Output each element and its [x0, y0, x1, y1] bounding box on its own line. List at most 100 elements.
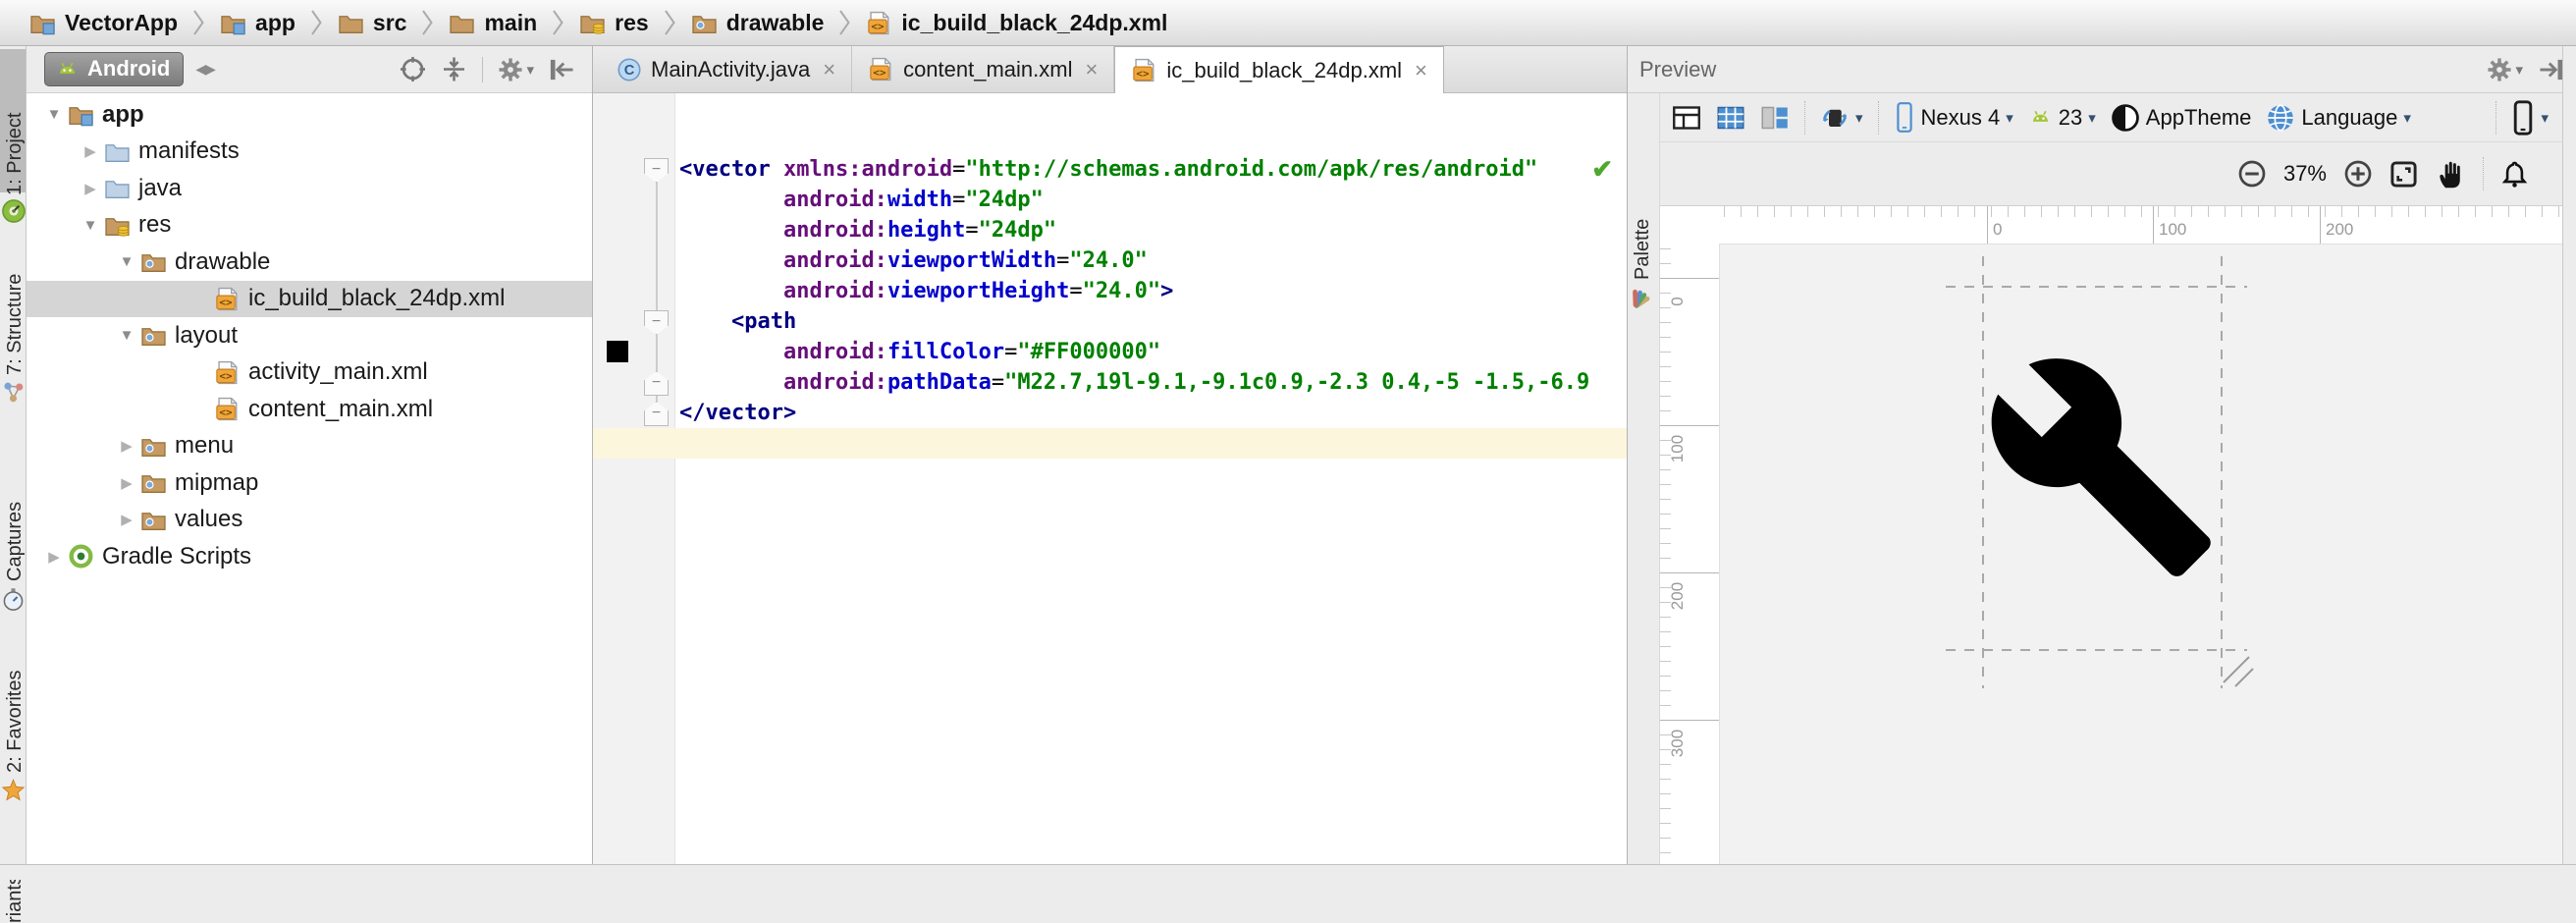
project-settings-button[interactable]: ▾: [498, 57, 534, 82]
zoom-in-button[interactable]: [2343, 159, 2373, 189]
collapse-all-icon[interactable]: [441, 56, 467, 82]
tree-expand-arrow[interactable]: ▶: [113, 437, 140, 455]
view-switch-arrows[interactable]: ◀▶: [195, 61, 215, 78]
folder-blue-icon: [104, 175, 131, 201]
zoom-level: 37%: [2283, 161, 2327, 187]
svg-text:<>: <>: [219, 369, 233, 382]
tree-item-java[interactable]: ▶java: [27, 170, 592, 207]
tree-item-values[interactable]: ▶values: [27, 502, 592, 539]
tree-expand-arrow[interactable]: ▼: [113, 253, 140, 270]
tree-item-gradle-scripts[interactable]: ▶Gradle Scripts: [27, 538, 592, 575]
close-tab-icon[interactable]: ×: [823, 57, 835, 82]
code-line: </vector>: [593, 398, 1627, 428]
pan-hand-button[interactable]: [2435, 158, 2466, 190]
zoom-out-button[interactable]: [2237, 159, 2267, 189]
svg-text:<>: <>: [873, 67, 886, 80]
stripe-tab-captures[interactable]: Captures: [4, 502, 27, 581]
breadcrumb-item-ic-build-black-24dp-xml[interactable]: <>ic_build_black_24dp.xml: [866, 10, 1167, 36]
tree-expand-arrow[interactable]: ▶: [40, 548, 68, 566]
tree-expand-arrow[interactable]: ▶: [77, 142, 104, 160]
layout-grid-icon[interactable]: [1716, 103, 1745, 133]
tree-item-layout[interactable]: ▼layout: [27, 317, 592, 354]
v-ruler: 0100200300: [1660, 244, 1719, 864]
api-level-selector[interactable]: 23▾: [2028, 105, 2096, 131]
folder-blue-icon: [104, 138, 131, 165]
device-frame-selector[interactable]: ▾: [2511, 100, 2549, 136]
code-line: android:viewportWidth="24.0": [593, 245, 1627, 276]
stripe-tab-favorites[interactable]: 2: Favorites: [4, 671, 27, 773]
breadcrumb-item-main[interactable]: main: [449, 10, 537, 36]
editor-tab-bar: CMainActivity.java×<>content_main.xml×<>…: [593, 46, 1627, 93]
tree-expand-arrow[interactable]: ▼: [77, 217, 104, 234]
fold-guide-line: [656, 182, 658, 402]
folder-icon: [449, 10, 475, 36]
stopwatch-icon[interactable]: [1, 587, 26, 615]
breadcrumb-item-src[interactable]: src: [338, 10, 407, 36]
theme-label: AppTheme: [2146, 105, 2252, 131]
stripe-tab-structure[interactable]: 7: Structure: [4, 274, 27, 375]
editor-tab-content-main-xml[interactable]: <>content_main.xml×: [852, 46, 1114, 92]
notifications-bell-icon[interactable]: [2500, 160, 2529, 189]
code-line: <path: [593, 306, 1627, 337]
structure-icon[interactable]: [1, 380, 26, 407]
orientation-selector[interactable]: ▾: [1820, 103, 1863, 133]
code-line: android:fillColor="#FF000000": [593, 337, 1627, 367]
layout-split-icon[interactable]: [1760, 103, 1790, 133]
breadcrumb-item-drawable[interactable]: drawable: [691, 10, 825, 36]
tree-expand-arrow[interactable]: ▶: [113, 474, 140, 492]
xml-file-icon: <>: [866, 10, 892, 36]
divider: [2483, 157, 2484, 190]
hide-preview-icon[interactable]: [2539, 57, 2564, 82]
tree-item-menu[interactable]: ▶menu: [27, 428, 592, 465]
breadcrumb-item-res[interactable]: res: [579, 10, 649, 36]
tree-expand-arrow[interactable]: ▼: [40, 106, 68, 123]
theme-icon: [2111, 103, 2140, 133]
device-selector[interactable]: Nexus 4▾: [1894, 101, 2013, 134]
layout-table-icon[interactable]: [1672, 103, 1701, 133]
svg-text:C: C: [624, 62, 635, 78]
stripe-tab-project[interactable]: 1: Project: [4, 113, 27, 195]
breadcrumb-item-vectorapp[interactable]: VectorApp: [29, 10, 178, 36]
tree-expand-arrow[interactable]: ▶: [113, 511, 140, 528]
divider: [1878, 101, 1879, 135]
project-view-selector[interactable]: Android: [44, 52, 184, 86]
breadcrumb-item-app[interactable]: app: [220, 10, 295, 36]
inspection-status-icon[interactable]: ✔: [1591, 154, 1613, 185]
editor-tab-ic-build-black-24dp-xml[interactable]: <>ic_build_black_24dp.xml×: [1114, 46, 1444, 93]
tree-item-mipmap[interactable]: ▶mipmap: [27, 464, 592, 502]
theme-selector[interactable]: AppTheme: [2111, 103, 2252, 133]
chevron-right-icon: [838, 8, 851, 37]
studio-logo-icon[interactable]: [1, 198, 26, 226]
code-line: [593, 428, 1627, 459]
tree-item-drawable[interactable]: ▼drawable: [27, 244, 592, 281]
preview-canvas[interactable]: [1719, 244, 2562, 864]
breadcrumb: VectorApp app src main res drawable <>ic_build…: [0, 0, 2576, 46]
language-selector[interactable]: Language▾: [2266, 103, 2410, 133]
fill-color-swatch[interactable]: [607, 341, 628, 362]
tree-expand-arrow[interactable]: ▼: [113, 327, 140, 344]
close-tab-icon[interactable]: ×: [1415, 58, 1427, 83]
code-editor[interactable]: − − − − <vector xmlns:android="http://sc…: [593, 93, 1627, 864]
tree-item-ic-build-black-24dp-xml[interactable]: <>ic_build_black_24dp.xml: [27, 281, 592, 318]
preview-settings-button[interactable]: ▾: [2487, 57, 2523, 82]
locate-file-icon[interactable]: [400, 56, 426, 82]
project-tool-window: Android ◀▶ ▾ ▼app▶manifests▶java▼res▼dra…: [27, 46, 593, 864]
palette-tab[interactable]: Palette: [1632, 219, 1654, 280]
tree-item-app[interactable]: ▼app: [27, 96, 592, 134]
tree-item-content-main-xml[interactable]: <>content_main.xml: [27, 391, 592, 428]
code-line: android:pathData="M22.7,19l-9.1,-9.1c0.9…: [593, 367, 1627, 398]
close-tab-icon[interactable]: ×: [1085, 57, 1098, 82]
tree-expand-arrow[interactable]: ▶: [77, 180, 104, 197]
editor-tab-mainactivity-java[interactable]: CMainActivity.java×: [601, 46, 852, 92]
hide-panel-icon[interactable]: [549, 57, 574, 82]
tree-item-activity-main-xml[interactable]: <>activity_main.xml: [27, 354, 592, 392]
xml-file-icon: <>: [1131, 57, 1157, 83]
zoom-fit-button[interactable]: [2389, 160, 2418, 189]
tree-item-res[interactable]: ▼res: [27, 207, 592, 244]
folder-project-icon: [220, 10, 246, 36]
star-icon[interactable]: [1, 778, 26, 805]
resize-handle[interactable]: [2216, 649, 2257, 690]
folder-resource-icon: [140, 433, 167, 460]
stripe-tab-build-variants[interactable]: riants: [4, 875, 27, 923]
tree-item-manifests[interactable]: ▶manifests: [27, 134, 592, 171]
